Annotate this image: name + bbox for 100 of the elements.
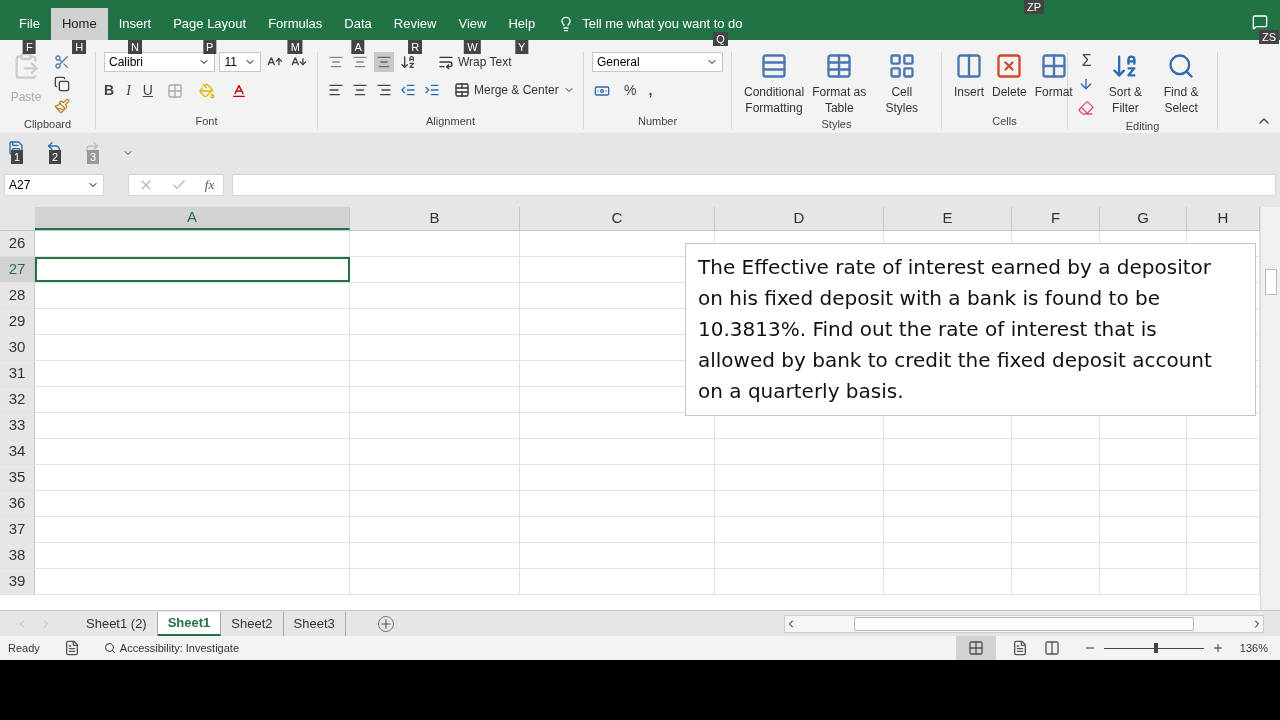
group-label: Styles (820, 117, 853, 132)
normal-view-button[interactable] (955, 636, 996, 660)
row-header[interactable]: 29 (0, 309, 35, 334)
keytip-tooltip: ZS (1258, 30, 1279, 44)
column-header[interactable]: F (1012, 207, 1100, 230)
format-painter-icon[interactable] (54, 98, 70, 114)
row-header[interactable]: 34 (0, 439, 35, 464)
column-header[interactable]: A (35, 207, 350, 230)
ribbon-button[interactable]: Format (1030, 52, 1077, 113)
ribbon-button[interactable]: Format as Table (808, 52, 871, 116)
column-header[interactable]: B (350, 207, 520, 230)
column-header[interactable]: E (884, 207, 1012, 230)
group-label: Alignment (425, 114, 476, 129)
align-left-icon[interactable] (328, 82, 344, 98)
merge-cells-icon (454, 82, 470, 98)
font-color-icon[interactable] (230, 82, 247, 99)
formula-field[interactable] (232, 174, 1276, 196)
row-header[interactable]: 27 (0, 257, 35, 282)
row-header[interactable]: 26 (0, 231, 35, 256)
selected-cell[interactable] (35, 257, 350, 282)
keytip-tooltip: M (287, 40, 303, 54)
ribbon-button[interactable]: Insert (950, 52, 988, 113)
font-size-field[interactable]: 11 (219, 52, 262, 72)
eraser-icon[interactable] (1078, 100, 1094, 116)
wrap-text-button[interactable]: Wrap Text (438, 53, 512, 71)
fill-down-icon[interactable] (1078, 76, 1094, 92)
font-name-field[interactable]: Calibri (104, 52, 216, 72)
ribbon-button[interactable]: Conditional Formatting (740, 52, 809, 116)
column-header[interactable]: D (715, 207, 884, 230)
column-header[interactable]: C (520, 207, 715, 230)
horizontal-scrollbar[interactable] (783, 614, 1264, 633)
keytip-tooltip: 2 (49, 150, 62, 164)
align-center-icon[interactable] (352, 82, 368, 98)
ribbon-tab[interactable]: Formulas (257, 8, 334, 40)
bold-button[interactable]: B (104, 80, 115, 101)
keytip-tooltip: 1 (11, 150, 24, 164)
row-header[interactable]: 33 (0, 413, 35, 438)
column-header[interactable]: G (1100, 207, 1187, 230)
row-header[interactable]: 37 (0, 517, 35, 542)
row-header[interactable]: 39 (0, 569, 35, 594)
row-header[interactable]: 35 (0, 465, 35, 490)
zoom-slider[interactable] (1103, 643, 1204, 653)
fill-color-icon[interactable] (198, 82, 215, 99)
keytip-tooltip: F (23, 40, 36, 54)
ribbon-button[interactable]: Delete (988, 52, 1031, 113)
name-box[interactable]: A27 (4, 174, 104, 196)
keytip-tooltip: Q (713, 32, 728, 46)
grid-icon (967, 640, 984, 656)
keytip-tooltip: Y (515, 40, 529, 54)
status-mode: Ready (8, 640, 40, 656)
ribbon-button[interactable]: Sort & Filter (1097, 52, 1154, 118)
zoom-thumb[interactable] (1153, 643, 1158, 653)
ribbon-tab[interactable]: View (447, 8, 498, 40)
delete-cells-icon (995, 52, 1024, 80)
italic-button[interactable]: I (126, 80, 131, 101)
ribbon-tab[interactable]: File (8, 8, 51, 40)
insert-function-button[interactable]: fx (204, 175, 215, 195)
ribbon-tab[interactable]: Review (382, 8, 448, 40)
decrease-indent-icon[interactable] (400, 82, 416, 98)
zoom-percentage[interactable]: 136% (1239, 639, 1268, 657)
keytip-tooltip: W (464, 40, 481, 54)
number-format-field[interactable]: General (592, 52, 723, 72)
ribbon-tab[interactable]: Page Layout (162, 8, 258, 40)
sheet-tab[interactable]: Sheet2 (221, 611, 284, 636)
row-header[interactable]: 38 (0, 543, 35, 568)
search-icon (1167, 52, 1196, 80)
underline-button[interactable]: U (142, 80, 153, 101)
comma-button[interactable]: , (648, 80, 653, 101)
table-icon (825, 52, 854, 80)
ribbon-tab[interactable]: Insert (107, 8, 163, 40)
ribbon-button[interactable]: Find & Select (1153, 52, 1209, 118)
sheet-tab[interactable]: Sheet3 (283, 611, 346, 636)
autosum-button[interactable]: Σ (1076, 52, 1098, 70)
comments-icon[interactable] (1252, 14, 1268, 30)
accessibility-button[interactable]: Accessibility: Investigate (103, 639, 239, 657)
keytip-tooltip: H (72, 40, 87, 54)
zoom-in-icon[interactable] (1211, 642, 1224, 654)
cut-icon[interactable] (54, 54, 70, 70)
merge-center-button[interactable]: Merge & Center (454, 81, 575, 99)
sheet-tab[interactable]: Sheet1 (157, 611, 222, 636)
keytip-tooltip: 3 (87, 150, 100, 164)
row-header[interactable]: 30 (0, 335, 35, 360)
row-header[interactable]: 31 (0, 361, 35, 386)
percent-button[interactable]: % (624, 80, 637, 101)
vertical-scrollbar[interactable] (1260, 207, 1280, 610)
sheet-tab[interactable]: Sheet1 (2) (76, 611, 158, 636)
row-header[interactable]: 32 (0, 387, 35, 412)
copy-icon[interactable] (54, 76, 70, 92)
row-header[interactable]: 28 (0, 283, 35, 308)
ribbon-tab[interactable]: Help (497, 8, 547, 40)
ribbon-tab[interactable]: Home (50, 8, 108, 40)
keytip-tooltip: A (351, 40, 365, 54)
increase-indent-icon[interactable] (424, 82, 440, 98)
row-header[interactable]: 36 (0, 491, 35, 516)
ribbon-tab[interactable]: Data (333, 8, 383, 40)
group-label: Font (194, 114, 219, 129)
page-layout-view-icon[interactable] (1011, 640, 1028, 656)
align-right-icon[interactable] (376, 82, 392, 98)
tell-me-field[interactable]: Tell me what you want to do (582, 14, 783, 34)
ribbon-button[interactable]: Cell Styles (870, 52, 933, 116)
